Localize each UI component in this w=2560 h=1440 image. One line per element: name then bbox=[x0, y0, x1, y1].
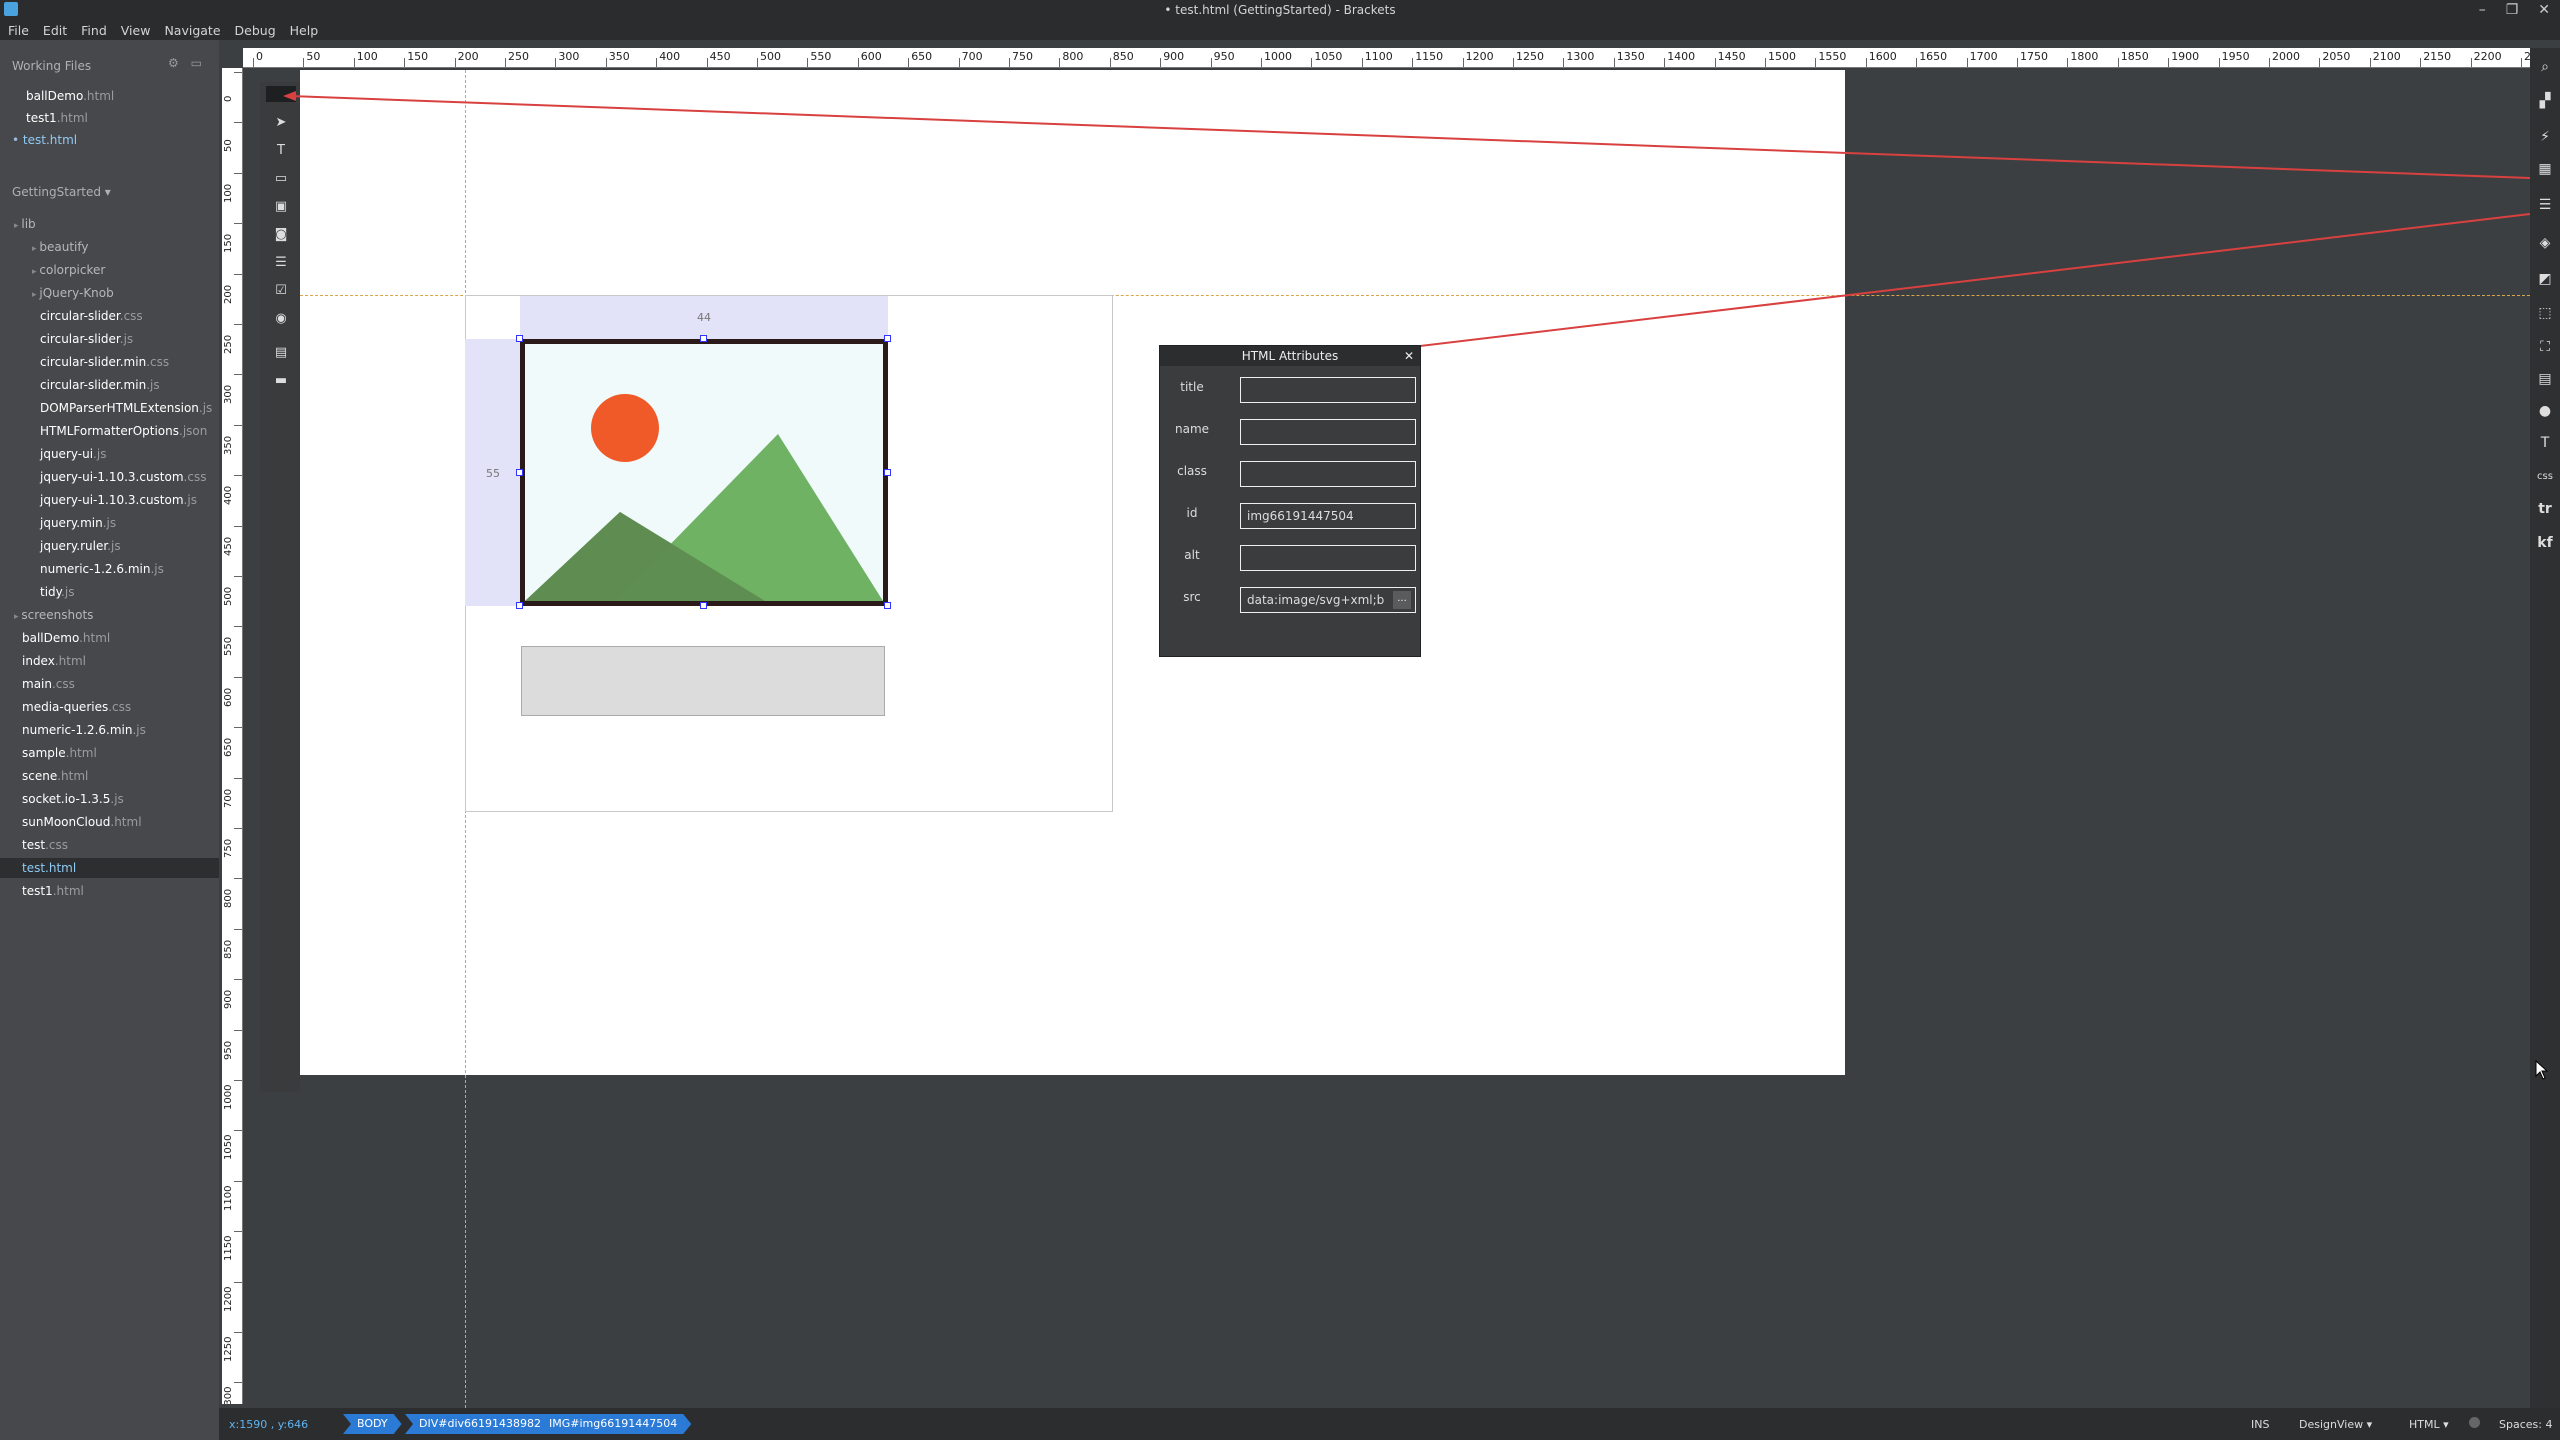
element-tools-icon[interactable]: ▦ bbox=[2536, 160, 2554, 178]
attribute-name-input[interactable] bbox=[1240, 419, 1416, 445]
typography-icon[interactable]: T bbox=[2536, 434, 2554, 452]
insert-mode[interactable]: INS bbox=[2251, 1418, 2269, 1431]
gradient-icon[interactable]: ◩ bbox=[2536, 270, 2554, 288]
attribute-label: id bbox=[1186, 506, 1198, 520]
live-preview-icon[interactable]: ⚡ bbox=[2536, 128, 2554, 146]
layout-icon[interactable]: ▤ bbox=[2536, 370, 2554, 388]
layers-icon[interactable]: ◈ bbox=[2536, 234, 2554, 252]
attribute-label: alt bbox=[1184, 548, 1200, 562]
browse-src-button[interactable]: ... bbox=[1393, 591, 1411, 609]
breadcrumb-img[interactable]: IMG#img66191447504 bbox=[535, 1414, 691, 1434]
css-icon[interactable]: css bbox=[2536, 468, 2554, 486]
brackets-window: • test.html (GettingStarted) - Brackets … bbox=[0, 0, 2560, 1440]
attribute-label: src bbox=[1183, 590, 1201, 604]
annotation-arrows bbox=[283, 91, 2531, 361]
breadcrumb-body[interactable]: BODY bbox=[343, 1414, 402, 1434]
attribute-id-input[interactable]: img66191447504 bbox=[1240, 503, 1416, 529]
mouse-cursor-icon bbox=[2535, 1060, 2549, 1080]
status-bar: x:1590 , y:646 BODY DIV#div66191438982 I… bbox=[219, 1408, 2560, 1440]
extension-manager-icon[interactable]: ▞ bbox=[2536, 92, 2554, 110]
attribute-title-input[interactable] bbox=[1240, 377, 1416, 403]
keyframes-icon[interactable]: kf bbox=[2536, 534, 2554, 552]
linter-status-icon[interactable] bbox=[2469, 1417, 2480, 1428]
attribute-row-title: title bbox=[1160, 372, 1422, 403]
attribute-row-name: name bbox=[1160, 414, 1422, 445]
view-mode-dropdown[interactable]: DesignView ▾ bbox=[2299, 1418, 2372, 1431]
panel-close-button[interactable]: ✕ bbox=[1404, 346, 1414, 366]
attribute-label: title bbox=[1180, 380, 1204, 394]
attributes-icon[interactable]: ☰ bbox=[2536, 196, 2554, 214]
attribute-class-input[interactable] bbox=[1240, 461, 1416, 487]
cursor-coordinates: x:1590 , y:646 bbox=[229, 1418, 309, 1431]
attribute-label: class bbox=[1177, 464, 1207, 478]
attribute-row-class: class bbox=[1160, 456, 1422, 487]
attribute-src-input[interactable]: data:image/svg+xml;b bbox=[1240, 587, 1416, 613]
circle-icon[interactable]: ● bbox=[2536, 402, 2554, 420]
language-dropdown[interactable]: HTML ▾ bbox=[2409, 1418, 2449, 1431]
attribute-label: name bbox=[1174, 422, 1210, 436]
attribute-row-id: id img66191447504 bbox=[1160, 498, 1422, 529]
transition-icon[interactable]: tr bbox=[2536, 500, 2554, 518]
transform-icon[interactable]: ⛶ bbox=[2536, 338, 2554, 356]
search-icon[interactable]: ⌕ bbox=[2536, 58, 2554, 76]
html-attributes-panel: HTML Attributes ✕ title name class id img6619… bbox=[1159, 345, 1421, 657]
selection-box-icon[interactable]: ⬚ bbox=[2536, 304, 2554, 322]
right-toolbar: ⌕ ▞ ⚡ ▦ ☰ ◈ ◩ ⬚ ⛶ ▤ ● T css tr kf bbox=[2530, 48, 2560, 1408]
attribute-alt-input[interactable] bbox=[1240, 545, 1416, 571]
attribute-row-src: src data:image/svg+xml;b... bbox=[1160, 582, 1422, 613]
panel-title: HTML Attributes bbox=[1241, 349, 1339, 363]
attribute-row-alt: alt bbox=[1160, 540, 1422, 571]
indent-setting[interactable]: Spaces: 4 bbox=[2499, 1418, 2552, 1431]
breadcrumb-div[interactable]: DIV#div66191438982 bbox=[405, 1414, 555, 1434]
